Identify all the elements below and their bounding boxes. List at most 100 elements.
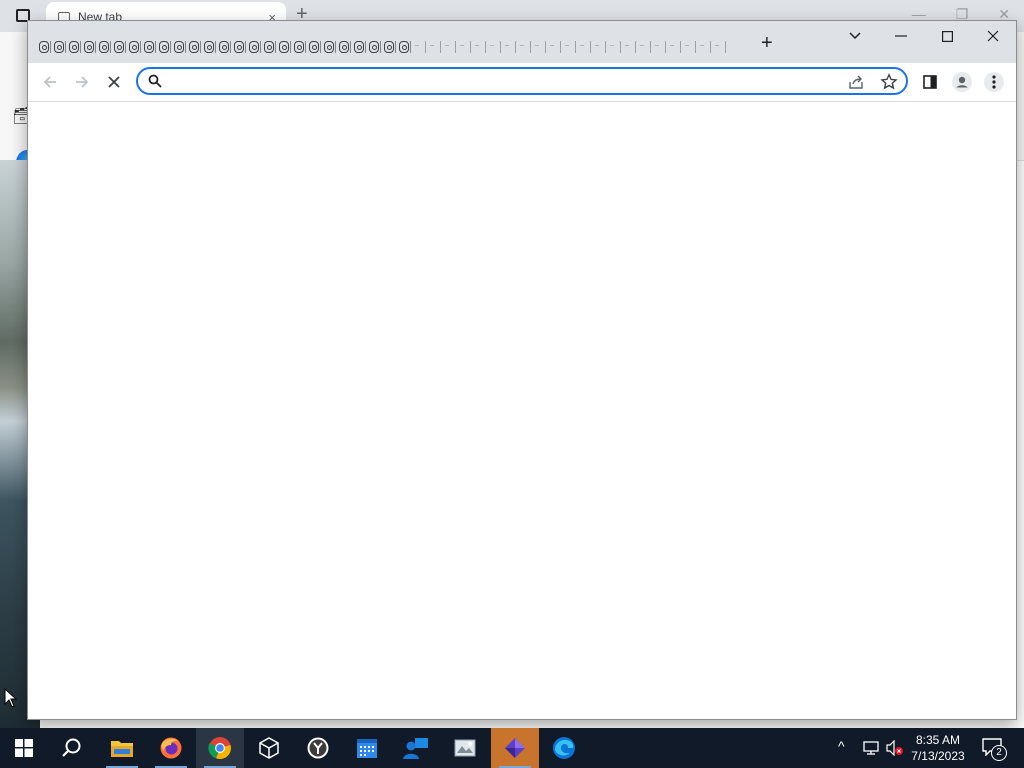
tab[interactable] xyxy=(231,37,246,57)
network-icon[interactable] xyxy=(862,740,880,756)
tab-loading[interactable] xyxy=(411,37,426,57)
people-button[interactable] xyxy=(392,728,440,768)
tab-loading[interactable] xyxy=(501,37,516,57)
tab-placeholder xyxy=(715,45,719,46)
clipchamp-icon xyxy=(505,738,525,758)
tab-loading[interactable] xyxy=(696,37,711,57)
tab-loading[interactable] xyxy=(546,37,561,57)
globe-tab-icon xyxy=(98,41,109,53)
photos-button[interactable] xyxy=(441,728,489,768)
tab[interactable] xyxy=(66,37,81,57)
tab-loading[interactable] xyxy=(591,37,606,57)
clipchamp-button[interactable] xyxy=(491,728,539,768)
side-panel-button[interactable] xyxy=(920,72,940,92)
tab-loading[interactable] xyxy=(456,37,471,57)
tab[interactable] xyxy=(291,37,306,57)
tab[interactable] xyxy=(171,37,186,57)
search-icon xyxy=(62,738,81,757)
tab-placeholder xyxy=(550,45,554,46)
kebab-menu-icon xyxy=(984,72,1004,92)
tab[interactable] xyxy=(306,37,321,57)
tab-loading[interactable] xyxy=(561,37,576,57)
forward-button[interactable] xyxy=(72,72,92,92)
tab[interactable] xyxy=(246,37,261,57)
maximize-button[interactable] xyxy=(924,21,970,51)
stop-button[interactable] xyxy=(104,72,124,92)
tabs-row xyxy=(36,37,726,57)
close-button[interactable] xyxy=(970,21,1016,51)
3d-viewer-button[interactable] xyxy=(245,728,293,768)
tab-loading[interactable] xyxy=(426,37,441,57)
windows-logo-icon xyxy=(15,739,33,757)
tab[interactable] xyxy=(351,37,366,57)
clock-icon xyxy=(307,737,329,759)
close-icon xyxy=(987,30,999,42)
taskbar-clock[interactable]: 8:35 AM 7/13/2023 xyxy=(906,732,970,764)
tab[interactable] xyxy=(366,37,381,57)
tab-loading[interactable] xyxy=(531,37,546,57)
tab[interactable] xyxy=(276,37,291,57)
taskbar-search-button[interactable] xyxy=(48,728,96,768)
omnibox-input[interactable] xyxy=(168,71,832,93)
tray-overflow-chevron[interactable]: ^ xyxy=(838,738,845,754)
omnibox[interactable] xyxy=(136,67,908,95)
tab-placeholder xyxy=(490,45,494,46)
tab-loading[interactable] xyxy=(516,37,531,57)
tab-loading[interactable] xyxy=(711,37,726,57)
globe-tab-icon xyxy=(128,41,139,53)
profile-button[interactable] xyxy=(952,72,972,92)
tab[interactable] xyxy=(381,37,396,57)
minimize-icon xyxy=(895,35,907,37)
star-icon[interactable] xyxy=(880,73,898,91)
calendar-button[interactable] xyxy=(343,728,391,768)
tab[interactable] xyxy=(396,37,411,57)
tab[interactable] xyxy=(126,37,141,57)
tab-loading[interactable] xyxy=(621,37,636,57)
tab[interactable] xyxy=(216,37,231,57)
tab-loading[interactable] xyxy=(636,37,651,57)
chrome-taskbar-button[interactable] xyxy=(196,728,244,768)
tab[interactable] xyxy=(156,37,171,57)
menu-button[interactable] xyxy=(984,72,1004,92)
tab[interactable] xyxy=(186,37,201,57)
tab-placeholder xyxy=(415,45,419,46)
tab-loading[interactable] xyxy=(681,37,696,57)
tab-search-button[interactable] xyxy=(832,21,878,51)
tab[interactable] xyxy=(336,37,351,57)
minimize-button[interactable] xyxy=(878,21,924,51)
tab-placeholder xyxy=(430,45,434,46)
tab-loading[interactable] xyxy=(666,37,681,57)
chevron-down-icon xyxy=(849,32,861,40)
tab-loading[interactable] xyxy=(441,37,456,57)
tab[interactable] xyxy=(111,37,126,57)
window-controls xyxy=(832,21,1016,51)
tab[interactable] xyxy=(81,37,96,57)
tab[interactable] xyxy=(201,37,216,57)
file-explorer-button[interactable] xyxy=(98,728,146,768)
share-icon[interactable] xyxy=(848,74,864,90)
tab-loading[interactable] xyxy=(606,37,621,57)
tab-loading[interactable] xyxy=(486,37,501,57)
globe-tab-icon xyxy=(203,41,214,53)
tab[interactable] xyxy=(261,37,276,57)
tab[interactable] xyxy=(51,37,66,57)
tab-loading[interactable] xyxy=(576,37,591,57)
action-center-button[interactable]: 2 xyxy=(980,736,1007,761)
tab-loading[interactable] xyxy=(651,37,666,57)
tab-loading[interactable] xyxy=(471,37,486,57)
edge-button[interactable] xyxy=(540,728,588,768)
back-button[interactable] xyxy=(40,72,60,92)
alarms-clock-button[interactable] xyxy=(294,728,342,768)
tab[interactable] xyxy=(141,37,156,57)
new-tab-button[interactable]: + xyxy=(761,33,773,53)
tab[interactable] xyxy=(96,37,111,57)
volume-muted-icon[interactable] xyxy=(886,740,904,756)
maximize-icon xyxy=(941,30,953,42)
tab[interactable] xyxy=(321,37,336,57)
tab-placeholder xyxy=(700,45,704,46)
start-button[interactable] xyxy=(0,728,48,768)
globe-tab-icon xyxy=(218,41,229,53)
tab[interactable] xyxy=(36,37,51,57)
firefox-button[interactable] xyxy=(147,728,195,768)
tab-placeholder xyxy=(610,45,614,46)
